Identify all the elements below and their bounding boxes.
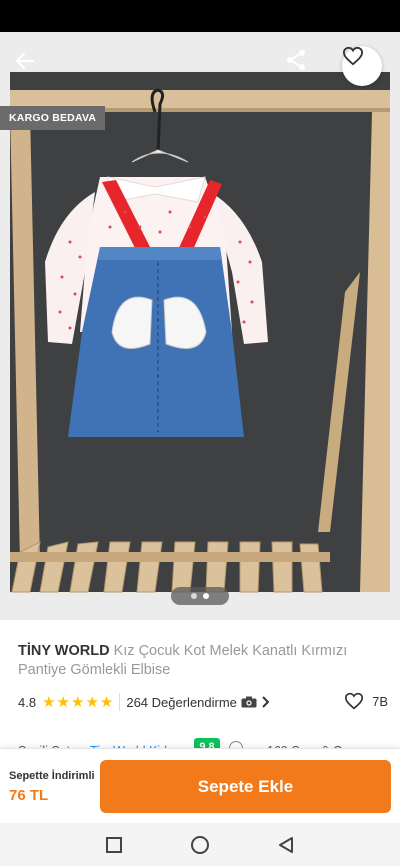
- favorite-button[interactable]: [342, 46, 382, 86]
- product-title: TİNY WORLD Kız Çocuk Kot Melek Kanatlı K…: [18, 642, 388, 680]
- favorite-count[interactable]: 7B: [344, 692, 388, 710]
- back-button[interactable]: [14, 50, 50, 80]
- chevron-right-icon: [262, 696, 269, 708]
- arrow-left-icon: [15, 52, 35, 70]
- system-navigation-bar: [0, 823, 400, 866]
- recent-apps-button[interactable]: [102, 833, 126, 857]
- camera-icon: [241, 696, 257, 708]
- rating-stars: ★ ★ ★ ★ ★: [42, 695, 113, 710]
- rating-value: 4.8: [18, 694, 37, 710]
- reviews-count: 264 Değerlendirme: [126, 694, 237, 710]
- star-icon: ★: [42, 693, 56, 711]
- rating-row: 4.8 ★ ★ ★ ★ ★ 264 Değerlendirme 7B: [18, 692, 388, 712]
- product-image-gallery[interactable]: KARGO BEDAVA: [0, 32, 400, 620]
- circle-icon: [191, 836, 209, 854]
- add-to-cart-button[interactable]: Sepete Ekle: [100, 760, 391, 813]
- star-icon: ★: [99, 693, 114, 711]
- share-button[interactable]: [284, 48, 320, 82]
- cart-discount-label: Sepette İndirimli: [9, 770, 95, 782]
- system-back-button[interactable]: [274, 833, 298, 857]
- star-icon: ★: [56, 693, 70, 711]
- status-bar: [0, 0, 400, 32]
- pager-dot-active[interactable]: [203, 593, 209, 599]
- product-info: TİNY WORLD Kız Çocuk Kot Melek Kanatlı K…: [0, 620, 400, 752]
- product-brand[interactable]: TİNY WORLD: [18, 643, 110, 659]
- free-shipping-badge: KARGO BEDAVA: [0, 106, 106, 130]
- share-icon: [287, 50, 305, 70]
- bottom-cart-bar: Sepette İndirimli 76 TL Sepete Ekle: [0, 748, 400, 823]
- star-icon: ★: [85, 693, 99, 711]
- home-button[interactable]: [188, 833, 212, 857]
- divider: [119, 693, 121, 711]
- price: 76 TL: [9, 787, 49, 804]
- image-pager[interactable]: [171, 587, 229, 605]
- pager-dot[interactable]: [191, 593, 197, 599]
- heart-outline-icon: [342, 46, 364, 66]
- star-icon: ★: [70, 693, 85, 711]
- square-icon: [106, 837, 122, 853]
- reviews-link[interactable]: 264 Değerlendirme: [126, 695, 269, 710]
- favorite-count-value: 7B: [372, 693, 388, 709]
- heart-outline-icon: [345, 692, 364, 710]
- triangle-back-icon: [279, 837, 293, 853]
